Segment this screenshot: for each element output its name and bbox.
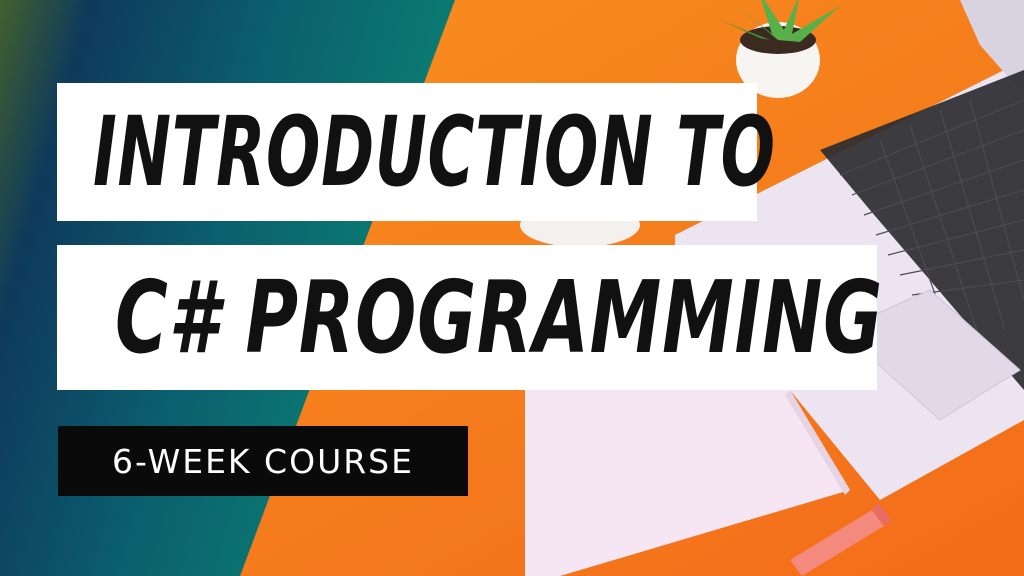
course-length-badge: 6-WEEK COURSE xyxy=(58,426,468,496)
course-length-label: 6-WEEK COURSE xyxy=(112,441,414,481)
title-line-2: C# PROGRAMMING xyxy=(115,259,883,376)
title-line-2-box: C# PROGRAMMING xyxy=(57,245,882,390)
title-line-1: INTRODUCTION TO xyxy=(93,96,776,208)
title-line-1-box: INTRODUCTION TO xyxy=(57,83,775,221)
thumbnail-canvas: INTRODUCTION TO C# PROGRAMMING 6-WEEK CO… xyxy=(0,0,1024,576)
